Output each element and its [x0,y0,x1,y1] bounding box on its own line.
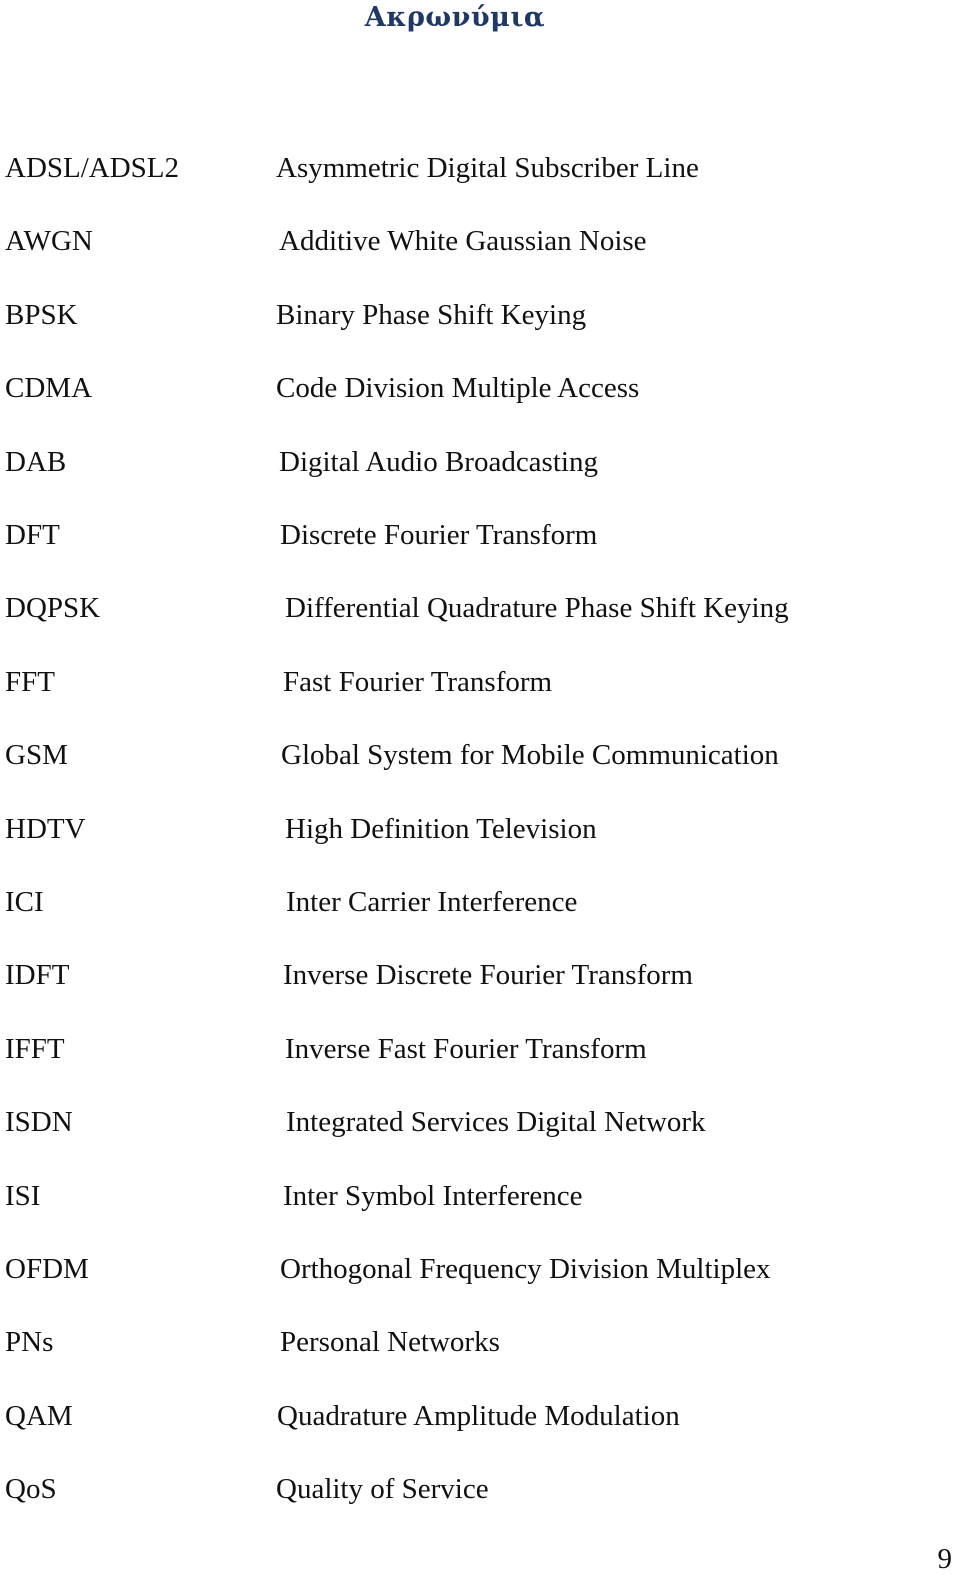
acronym-expansion: Differential Quadrature Phase Shift Keyi… [285,592,789,625]
acronym-expansion: Global System for Mobile Communication [281,739,779,772]
acronym-abbreviation: ICI [5,886,44,918]
acronym-expansion: Orthogonal Frequency Division Multiplex [280,1253,771,1285]
acronym-abbreviation: DQPSK [5,592,101,625]
acronym-abbreviation: ISDN [5,1106,73,1139]
acronym-row: DFT Discrete Fourier Transform [0,519,960,559]
acronym-expansion: Inverse Discrete Fourier Transform [283,959,693,992]
acronym-expansion: Digital Audio Broadcasting [279,445,598,478]
acronym-abbreviation: CDMA [5,372,93,405]
acronym-abbreviation: DAB [5,445,67,478]
acronym-expansion: Additive White Gaussian Noise [279,225,647,258]
acronym-row: ADSL/ADSL2 Asymmetric Digital Subscriber … [0,152,960,192]
acronym-row: ISDN Integrated Services Digital Network [0,1106,960,1146]
page-title: Ακρωνύμια [364,2,546,33]
acronym-row: DQPSK Differential Quadrature Phase Shift… [0,592,960,632]
acronym-row: GSM Global System for Mobile Communicatio… [0,739,960,779]
acronym-row: QAM Quadrature Amplitude Modulation [0,1400,960,1440]
acronym-expansion: Discrete Fourier Transform [280,519,598,551]
acronym-row: QoS Quality of Service [0,1473,960,1513]
acronym-expansion: Fast Fourier Transform [283,665,553,698]
acronym-abbreviation: BPSK [5,298,78,331]
acronym-abbreviation: QoS [5,1473,57,1506]
acronym-row: BPSK Binary Phase Shift Keying [0,299,960,339]
acronym-row: FFT Fast Fourier Transform [0,666,960,706]
acronym-expansion: Inverse Fast Fourier Transform [285,1032,647,1065]
acronym-row: HDTV High Definition Television [0,813,960,853]
acronym-row: IDFT Inverse Discrete Fourier Transform [0,959,960,999]
acronym-expansion: Personal Networks [280,1326,500,1359]
acronym-abbreviation: FFT [5,665,55,698]
acronym-expansion: Quality of Service [276,1473,489,1506]
acronym-abbreviation: AWGN [5,225,93,258]
acronym-abbreviation: OFDM [5,1253,89,1285]
acronym-row: OFDM Orthogonal Frequency Division Multip… [0,1253,960,1293]
acronym-expansion: Quadrature Amplitude Modulation [277,1399,680,1432]
acronym-abbreviation: HDTV [5,812,86,845]
acronym-expansion: Code Division Multiple Access [276,372,640,405]
acronym-expansion: Binary Phase Shift Keying [276,298,587,331]
acronym-row: PNs Personal Networks [0,1326,960,1366]
acronym-abbreviation: ISI [5,1179,41,1212]
acronym-row: IFFT Inverse Fast Fourier Transform [0,1033,960,1073]
page-number: 9 [937,1543,953,1575]
acronym-abbreviation: PNs [5,1326,54,1359]
acronym-abbreviation: QAM [5,1399,73,1432]
acronym-row: DAB Digital Audio Broadcasting [0,446,960,486]
acronym-abbreviation: ADSL/ADSL2 [5,152,180,184]
acronym-row: AWGN Additive White Gaussian Noise [0,225,960,265]
acronym-row: CDMA Code Division Multiple Access [0,372,960,412]
acronym-expansion: Inter Symbol Interference [283,1179,583,1212]
acronym-expansion: Integrated Services Digital Network [286,1106,706,1139]
acronym-abbreviation: DFT [5,519,60,551]
acronym-expansion: High Definition Television [285,812,597,845]
acronym-row: ISI Inter Symbol Interference [0,1180,960,1220]
acronym-expansion: Inter Carrier Interference [286,886,578,918]
acronym-expansion: Asymmetric Digital Subscriber Line [276,152,699,184]
acronym-abbreviation: IFFT [5,1032,65,1065]
acronym-abbreviation: IDFT [5,959,70,992]
acronym-abbreviation: GSM [5,739,68,772]
acronym-row: ICI Inter Carrier Interference [0,886,960,926]
